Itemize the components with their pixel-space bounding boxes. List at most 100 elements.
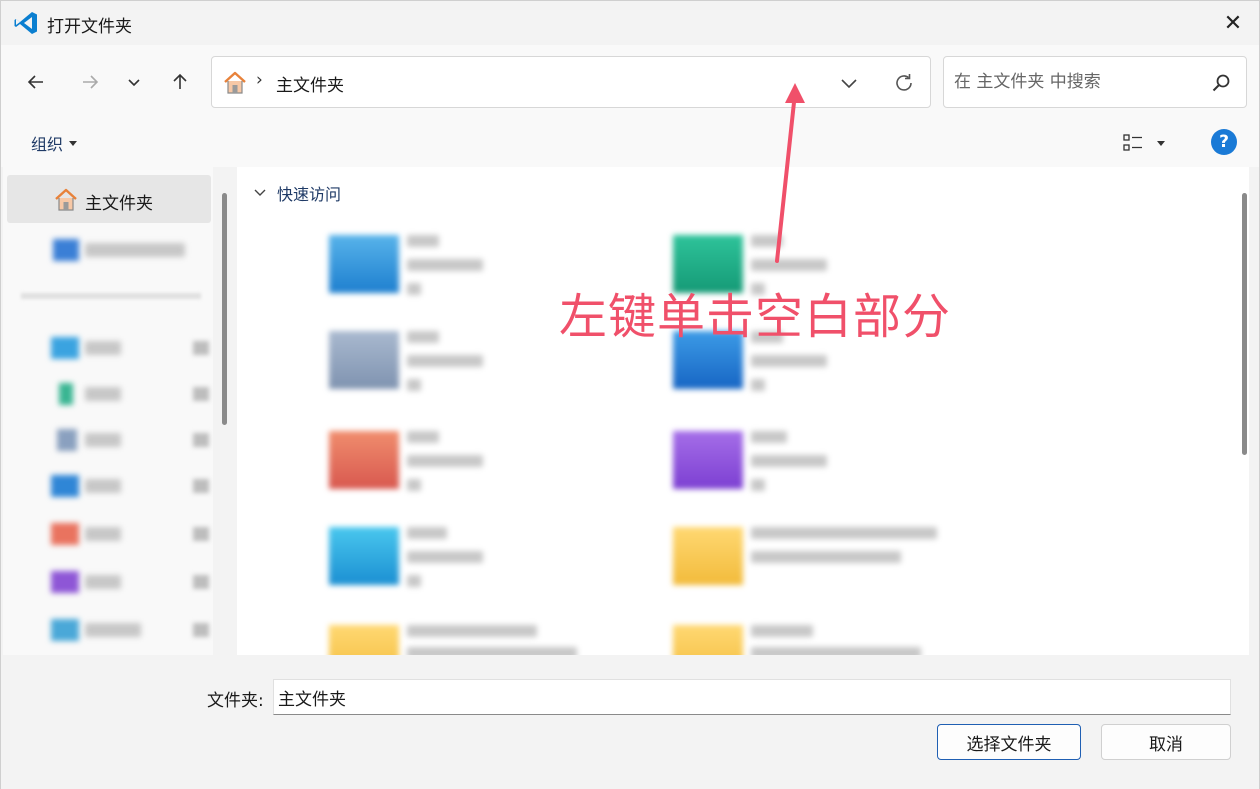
window-title: 打开文件夹 <box>47 17 132 37</box>
breadcrumb-separator: › <box>256 70 263 90</box>
quick-access-header[interactable]: 快速访问 <box>253 181 341 205</box>
forward-button[interactable] <box>73 65 107 99</box>
quick-access-item[interactable] <box>329 235 579 315</box>
navigation-pane: 主文件夹 <box>3 167 213 655</box>
blurred-label <box>751 625 813 637</box>
dialog-footer: 文件夹: 选择文件夹 取消 <box>1 655 1259 789</box>
blurred-label <box>407 647 577 655</box>
search-icon[interactable] <box>1210 72 1232 94</box>
command-bar: 组织 ? <box>1 119 1259 167</box>
close-icon: ✕ <box>1223 10 1243 36</box>
pin-icon <box>193 387 209 401</box>
quick-access-item[interactable] <box>673 431 923 511</box>
arrow-up-icon <box>173 73 187 89</box>
pin-icon <box>193 341 209 355</box>
organize-label: 组织 <box>31 135 64 154</box>
blurred-label <box>85 387 121 401</box>
folder-icon <box>329 431 399 489</box>
blurred-label <box>85 243 185 257</box>
sidebar-item-label: 主文件夹 <box>85 194 153 214</box>
recent-locations-button[interactable] <box>117 65 151 99</box>
document-icon <box>57 429 77 451</box>
blurred-label <box>407 455 483 467</box>
blurred-label <box>85 575 121 589</box>
divider <box>21 293 201 299</box>
vscode-icon <box>14 12 37 34</box>
blurred-label <box>751 259 827 271</box>
blurred-label <box>407 259 483 271</box>
blurred-label <box>85 623 141 637</box>
quick-access-item[interactable] <box>329 331 579 411</box>
caret-down-icon <box>69 140 78 146</box>
picture-icon <box>51 475 79 497</box>
chevron-down-icon <box>254 189 266 196</box>
blurred-label <box>751 355 827 367</box>
close-button[interactable]: ✕ <box>1215 7 1251 39</box>
help-button[interactable]: ? <box>1211 129 1237 155</box>
help-icon: ? <box>1219 132 1229 152</box>
file-list-pane[interactable]: 快速访问 <box>237 167 1249 655</box>
chevron-down-icon <box>128 79 140 87</box>
cancel-button[interactable]: 取消 <box>1101 724 1231 760</box>
file-list-scrollbar[interactable] <box>1242 193 1247 455</box>
blurred-label <box>751 235 783 247</box>
blurred-label <box>407 551 483 563</box>
blurred-label <box>407 479 421 491</box>
breadcrumb-current[interactable]: 主文件夹 <box>276 71 344 96</box>
blurred-label <box>407 355 483 367</box>
view-options-button[interactable] <box>1123 131 1171 155</box>
blurred-label <box>751 527 937 539</box>
pin-icon <box>193 479 209 493</box>
title-bar: 打开文件夹 ✕ <box>1 1 1259 45</box>
blurred-label <box>85 527 121 541</box>
blurred-label <box>407 527 447 539</box>
blurred-label <box>407 331 439 343</box>
sidebar-item-home[interactable]: 主文件夹 <box>7 175 211 223</box>
blurred-label <box>751 379 765 391</box>
video-icon <box>51 571 79 593</box>
chevron-down-icon[interactable] <box>838 72 860 94</box>
arrow-right-icon <box>83 75 99 89</box>
refresh-icon[interactable] <box>892 71 916 95</box>
pin-icon <box>193 575 209 589</box>
quick-access-item[interactable] <box>329 431 579 511</box>
up-button[interactable] <box>163 65 197 99</box>
annotation-text: 左键单击空白部分 <box>559 289 952 345</box>
folder-icon <box>673 625 743 655</box>
folder-icon <box>51 619 79 641</box>
folder-icon <box>329 235 399 293</box>
sidebar-scrollbar[interactable] <box>222 193 227 425</box>
section-label: 快速访问 <box>277 185 342 204</box>
open-folder-dialog: 打开文件夹 ✕ › 主文件夹 在 主文件夹 中搜索 组织 ? 主文件夹 快速访问… <box>0 0 1260 789</box>
download-icon <box>59 383 73 405</box>
blurred-label <box>751 455 827 467</box>
folder-icon <box>329 331 399 389</box>
quick-access-item[interactable] <box>329 527 579 607</box>
blurred-label <box>85 341 121 355</box>
cloud-icon <box>53 239 79 261</box>
select-folder-button[interactable]: 选择文件夹 <box>937 724 1081 760</box>
music-icon <box>51 523 79 545</box>
address-bar[interactable]: › 主文件夹 <box>211 56 931 108</box>
blurred-label <box>407 235 439 247</box>
folder-icon <box>329 625 399 655</box>
back-button[interactable] <box>19 65 53 99</box>
quick-access-item[interactable] <box>673 625 923 655</box>
blurred-label <box>407 379 421 391</box>
arrow-left-icon <box>27 75 43 89</box>
quick-access-item[interactable] <box>329 625 579 655</box>
organize-button[interactable]: 组织 <box>31 131 78 155</box>
search-box <box>943 56 1247 108</box>
blurred-label <box>407 575 421 587</box>
blurred-label <box>85 433 121 447</box>
quick-access-item[interactable] <box>673 527 937 607</box>
folder-name-input[interactable] <box>273 679 1231 715</box>
blurred-label <box>407 431 439 443</box>
search-input[interactable] <box>954 69 1204 95</box>
blurred-label <box>751 647 921 655</box>
folder-label: 文件夹: <box>207 691 264 711</box>
home-icon <box>55 188 77 211</box>
home-icon <box>224 71 246 94</box>
details-view-icon <box>1123 134 1142 151</box>
navigation-bar: › 主文件夹 <box>1 45 1259 119</box>
